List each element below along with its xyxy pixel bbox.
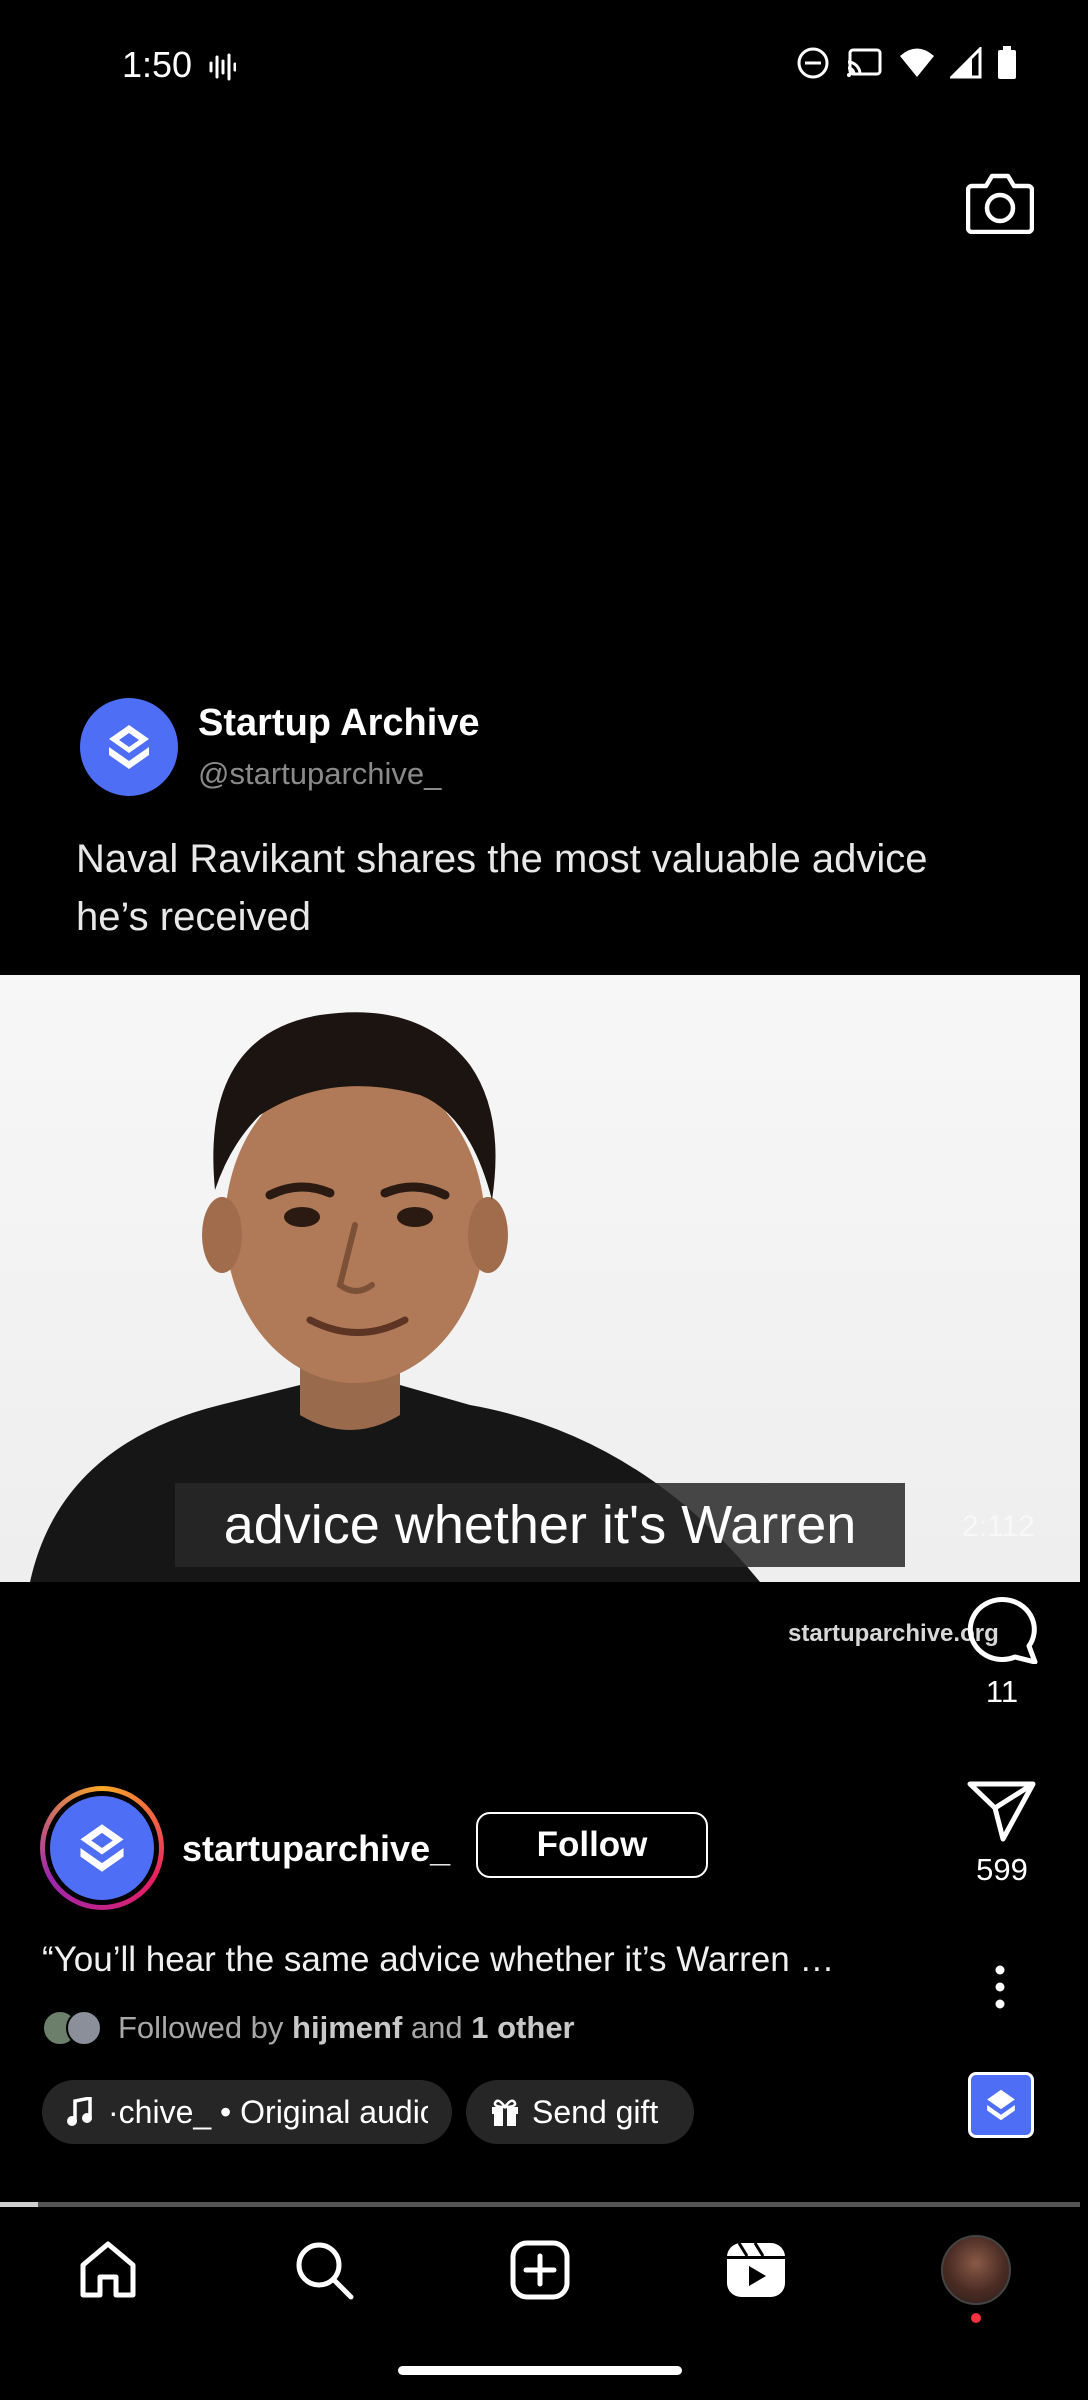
startup-archive-logo-icon (80, 1824, 124, 1872)
audio-label: ·chive_ • Original audio (108, 2093, 428, 2130)
followed-and: and (410, 2010, 463, 2045)
shares-count: 599 (976, 1852, 1028, 1887)
followed-by-row[interactable]: Followed by hijmenf and 1 other (42, 2010, 575, 2046)
comment-icon (967, 1596, 1038, 1664)
original-audio-pill[interactable]: ·chive_ • Original audio (42, 2080, 452, 2144)
video-progress-fill (0, 2202, 38, 2207)
followed-other: 1 other (471, 2010, 575, 2045)
battery-icon (998, 46, 1016, 79)
dnd-icon (797, 47, 829, 79)
comments-count: 11 (985, 1674, 1019, 1709)
wifi-icon (900, 48, 934, 77)
post-text: Naval Ravikant shares the most valuable … (76, 837, 928, 939)
video-progress-bar[interactable] (0, 2202, 1080, 2207)
more-options-icon[interactable] (990, 1964, 1010, 2010)
share-button[interactable]: 599 (960, 1780, 1044, 1888)
follow-button[interactable]: Follow (476, 1812, 708, 1878)
status-icons (796, 46, 1018, 80)
gift-label: Send gift (532, 2093, 659, 2130)
author-avatar-story-ring[interactable] (40, 1786, 164, 1910)
status-time: 1:50 (122, 44, 193, 85)
comment-button[interactable]: 11 (960, 1592, 1044, 1710)
notification-dot (971, 2313, 981, 2323)
home-icon[interactable] (77, 2239, 139, 2301)
followed-prefix: Followed by (118, 2010, 284, 2045)
startup-archive-logo-icon (109, 725, 149, 769)
profile-tab[interactable] (941, 2235, 1011, 2323)
cast-icon (847, 48, 882, 77)
send-icon (967, 1781, 1036, 1842)
signal-icon (950, 47, 982, 79)
reels-icon[interactable] (725, 2239, 787, 2301)
create-icon[interactable] (509, 2239, 571, 2301)
channel-name: Startup Archive (198, 702, 480, 744)
send-gift-pill[interactable]: Send gift (466, 2080, 694, 2144)
music-note-icon (67, 2097, 92, 2126)
channel-avatar (80, 698, 178, 796)
follower-avatar (66, 2010, 102, 2046)
audio-thumbnail[interactable] (968, 2072, 1034, 2138)
video-caption: advice whether it's Warren (175, 1483, 905, 1567)
author-avatar (50, 1796, 154, 1900)
post-caption[interactable]: “You’ll hear the same advice whether it’… (42, 1940, 922, 1980)
home-indicator (398, 2366, 682, 2375)
video-timer: 2:112 (962, 1510, 1035, 1543)
followed-user: hijmenf (292, 2010, 403, 2045)
follower-avatars (42, 2010, 102, 2046)
profile-avatar (941, 2235, 1011, 2305)
author-username[interactable]: startuparchive_ (182, 1828, 450, 1870)
camera-icon[interactable] (966, 172, 1034, 234)
vibrate-icon (209, 53, 236, 81)
channel-handle: @startuparchive_ (198, 756, 442, 791)
gift-icon (492, 2099, 518, 2126)
search-icon[interactable] (293, 2239, 355, 2301)
startup-archive-logo-icon (987, 2089, 1015, 2121)
bottom-nav (0, 2210, 1088, 2330)
